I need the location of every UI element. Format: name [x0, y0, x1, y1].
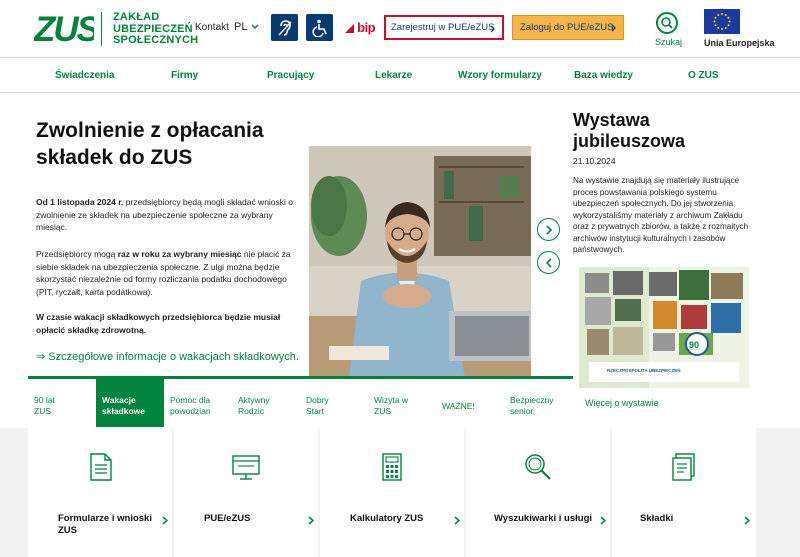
svg-text:90: 90 [689, 340, 699, 350]
tab-label: Dobry Start [306, 395, 329, 416]
invoice-icon [672, 453, 695, 481]
tile-wyszukiwarki[interactable]: Wyszukiwarki i usługi [466, 428, 610, 557]
wheelchair-icon [311, 19, 327, 37]
nav-wzory-formularzy[interactable]: Wzory formularzy [458, 70, 542, 81]
hearing-impaired-button[interactable] [271, 14, 298, 41]
nav-swiadczenia[interactable]: Świadczenia [55, 70, 114, 81]
tab-wakacje-skladkowe[interactable]: Wakacje składkowe [96, 379, 164, 427]
ear-icon [278, 19, 291, 36]
hero-details-link[interactable]: ⇒ Szczegółowe informacje o wakacjach skł… [36, 350, 299, 363]
login-label: Zaloguj do PUE/eZUS [520, 22, 614, 33]
eu-label: Unia Europejska [704, 38, 775, 48]
chevron-right-icon [308, 516, 314, 525]
bip-label: bip [357, 20, 376, 35]
document-form-icon [90, 453, 112, 481]
tab-dobry-start[interactable]: Dobry Start [300, 379, 368, 427]
eu-flag-icon [704, 9, 740, 34]
hero-p3-bold: W czasie wakacji składkowych przedsiębio… [36, 312, 281, 335]
tab-label: Aktywny Rodzic [238, 395, 270, 416]
hero-title: Zwolnienie z opłacania składek do ZUS [36, 119, 264, 169]
carousel-prev-button[interactable] [537, 251, 560, 274]
bip-icon [345, 24, 354, 33]
tile-kalkulatory[interactable]: Kalkulatory ZUS [320, 428, 464, 557]
tab-label: 90 lat ZUS [34, 395, 55, 416]
nav-baza-wiedzy[interactable]: Baza wiedzy [574, 70, 633, 81]
tab-bezpieczny-senior[interactable]: Bezpieczny senior [504, 379, 573, 427]
exhibition-text: Na wystawie znajdują się materiały ilust… [573, 176, 749, 254]
tab-label: Wakacje składkowe [102, 395, 145, 416]
magnifier-icon [525, 454, 551, 480]
tile-label: PUE/eZUS [204, 513, 251, 524]
tab-aktywny-rodzic[interactable]: Aktywny Rodzic [232, 379, 300, 427]
tab-label: WAŻNE! [442, 401, 475, 411]
exhibition-poster[interactable]: 90 RZECZPOSPOLITA UBEZPIECZEŃ [579, 267, 749, 388]
chevron-down-icon[interactable] [251, 24, 259, 30]
exhibition-date: 21.10.2024 [573, 156, 616, 166]
chevron-left-icon [545, 257, 552, 268]
tile-formularze[interactable]: Formularze i wnioski ZUS [28, 428, 172, 557]
hero-paragraph-3: W czasie wakacji składkowych przedsiębio… [36, 311, 298, 336]
tile-skladki[interactable]: Składki [612, 428, 756, 557]
chevron-right-icon [162, 516, 168, 525]
exhibition-title: Wystawa jubileuszowa [573, 110, 686, 151]
tab-label: Bezpieczny senior [510, 395, 554, 416]
search-label[interactable]: Szukaj [655, 37, 682, 47]
svg-text:ZUS: ZUS [34, 10, 94, 46]
poster-caption: RZECZPOSPOLITA UBEZPIECZEŃ [607, 366, 681, 373]
hero-paragraph-1: Od 1 listopada 2024 r. przedsiębiorcy bę… [36, 196, 298, 234]
tile-label: Wyszukiwarki i usługi [494, 513, 593, 524]
calculator-icon [382, 453, 402, 481]
page: ZUS ZAKŁAD UBEZPIECZEŃ SPOŁECZNYCH Konta… [0, 0, 800, 557]
search-icon [661, 17, 673, 29]
nav-lekarze[interactable]: Lekarze [375, 70, 412, 81]
tile-label: Kalkulatory ZUS [350, 513, 424, 524]
nav-divider [0, 92, 800, 93]
tab-pomoc-dla-powodzian[interactable]: Pomoc dla powodzian [164, 379, 232, 427]
chevron-right-icon [454, 516, 460, 525]
org-name: ZAKŁAD UBEZPIECZEŃ SPOŁECZNYCH [113, 11, 199, 46]
contact-link[interactable]: Kontakt [195, 22, 229, 33]
hero-p2-bold: raz w roku za wybrany miesiąc [117, 249, 242, 259]
chevron-right-icon [545, 224, 552, 235]
tile-label: Składki [640, 513, 674, 524]
tile-label: Formularze i wnioski ZUS [58, 513, 152, 536]
zus-logo[interactable]: ZUS [34, 10, 94, 46]
chevron-right-icon [490, 25, 495, 33]
register-label: Zarejestruj w PUE/eZUS [391, 22, 495, 33]
nav-o-zus[interactable]: O ZUS [688, 70, 719, 81]
chevron-right-icon [744, 516, 750, 525]
logo-divider [101, 12, 102, 46]
tab-wizyta-w-zus[interactable]: Wizyta w ZUS [368, 379, 436, 427]
language-select[interactable]: PL [234, 21, 247, 33]
shortcut-tiles: Formularze i wnioski ZUS PUE/eZUS Kalkul… [0, 428, 800, 557]
tab-label: Wizyta w ZUS [374, 395, 408, 416]
nav-pracujacy[interactable]: Pracujący [267, 70, 314, 81]
login-pue-button[interactable]: Zaloguj do PUE/eZUS [512, 15, 624, 40]
exhibition-more-link[interactable]: Więcej o wystawie [585, 398, 659, 408]
chevron-right-icon [611, 24, 616, 32]
accessibility-button[interactable] [306, 14, 333, 41]
tab-90-lat-zus[interactable]: 90 lat ZUS [28, 379, 92, 427]
chevron-right-icon [600, 516, 606, 525]
computer-screen-icon [232, 455, 260, 480]
nav-firmy[interactable]: Firmy [171, 70, 198, 81]
hero-photo [309, 146, 531, 378]
tab-wazne[interactable]: WAŻNE! [436, 379, 504, 427]
main-nav: Świadczenia Firmy Pracujący Lekarze Wzor… [0, 58, 800, 92]
tab-label: Pomoc dla powodzian [170, 395, 211, 416]
search-button[interactable] [656, 12, 678, 34]
tile-pue-ezus[interactable]: PUE/eZUS [174, 428, 318, 557]
hero-paragraph-2: Przedsiębiorcy mogą raz w roku za wybran… [36, 248, 298, 298]
register-pue-button[interactable]: Zarejestruj w PUE/eZUS [384, 15, 504, 40]
hero-p1-bold: Od 1 listopada 2024 r. [36, 197, 124, 207]
hero-p2-text-a: Przedsiębiorcy mogą [36, 249, 118, 259]
carousel-next-button[interactable] [537, 218, 560, 241]
bip-link[interactable]: bip [345, 20, 376, 35]
